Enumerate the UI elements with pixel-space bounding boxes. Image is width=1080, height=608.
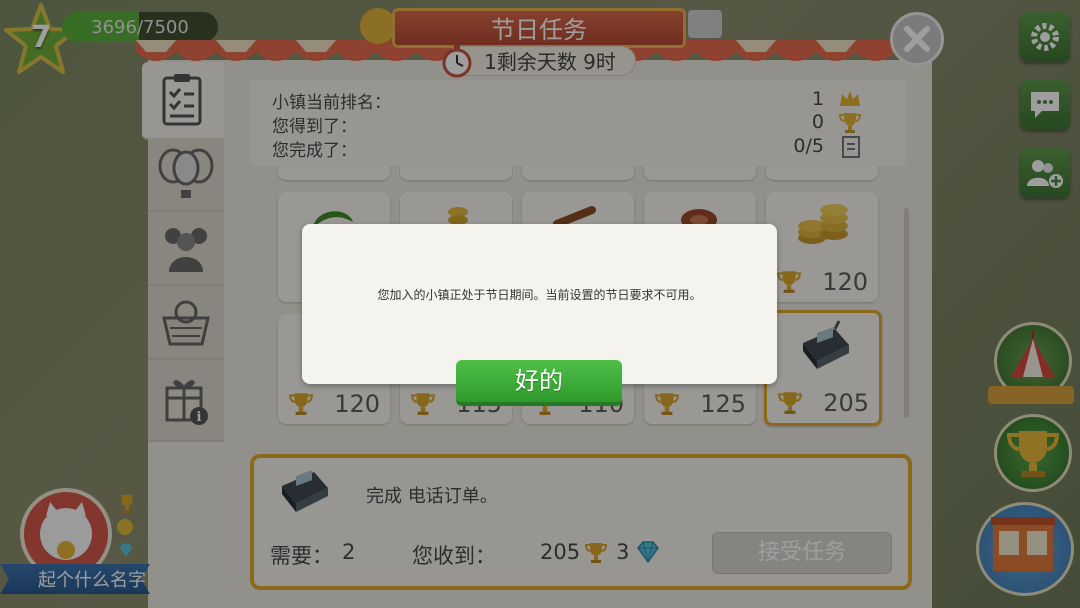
alert-message: 您加入的小镇正处于节日期间。当前设置的节日要求不可用。 [377, 288, 702, 302]
ok-button[interactable]: 好的 [456, 360, 622, 406]
